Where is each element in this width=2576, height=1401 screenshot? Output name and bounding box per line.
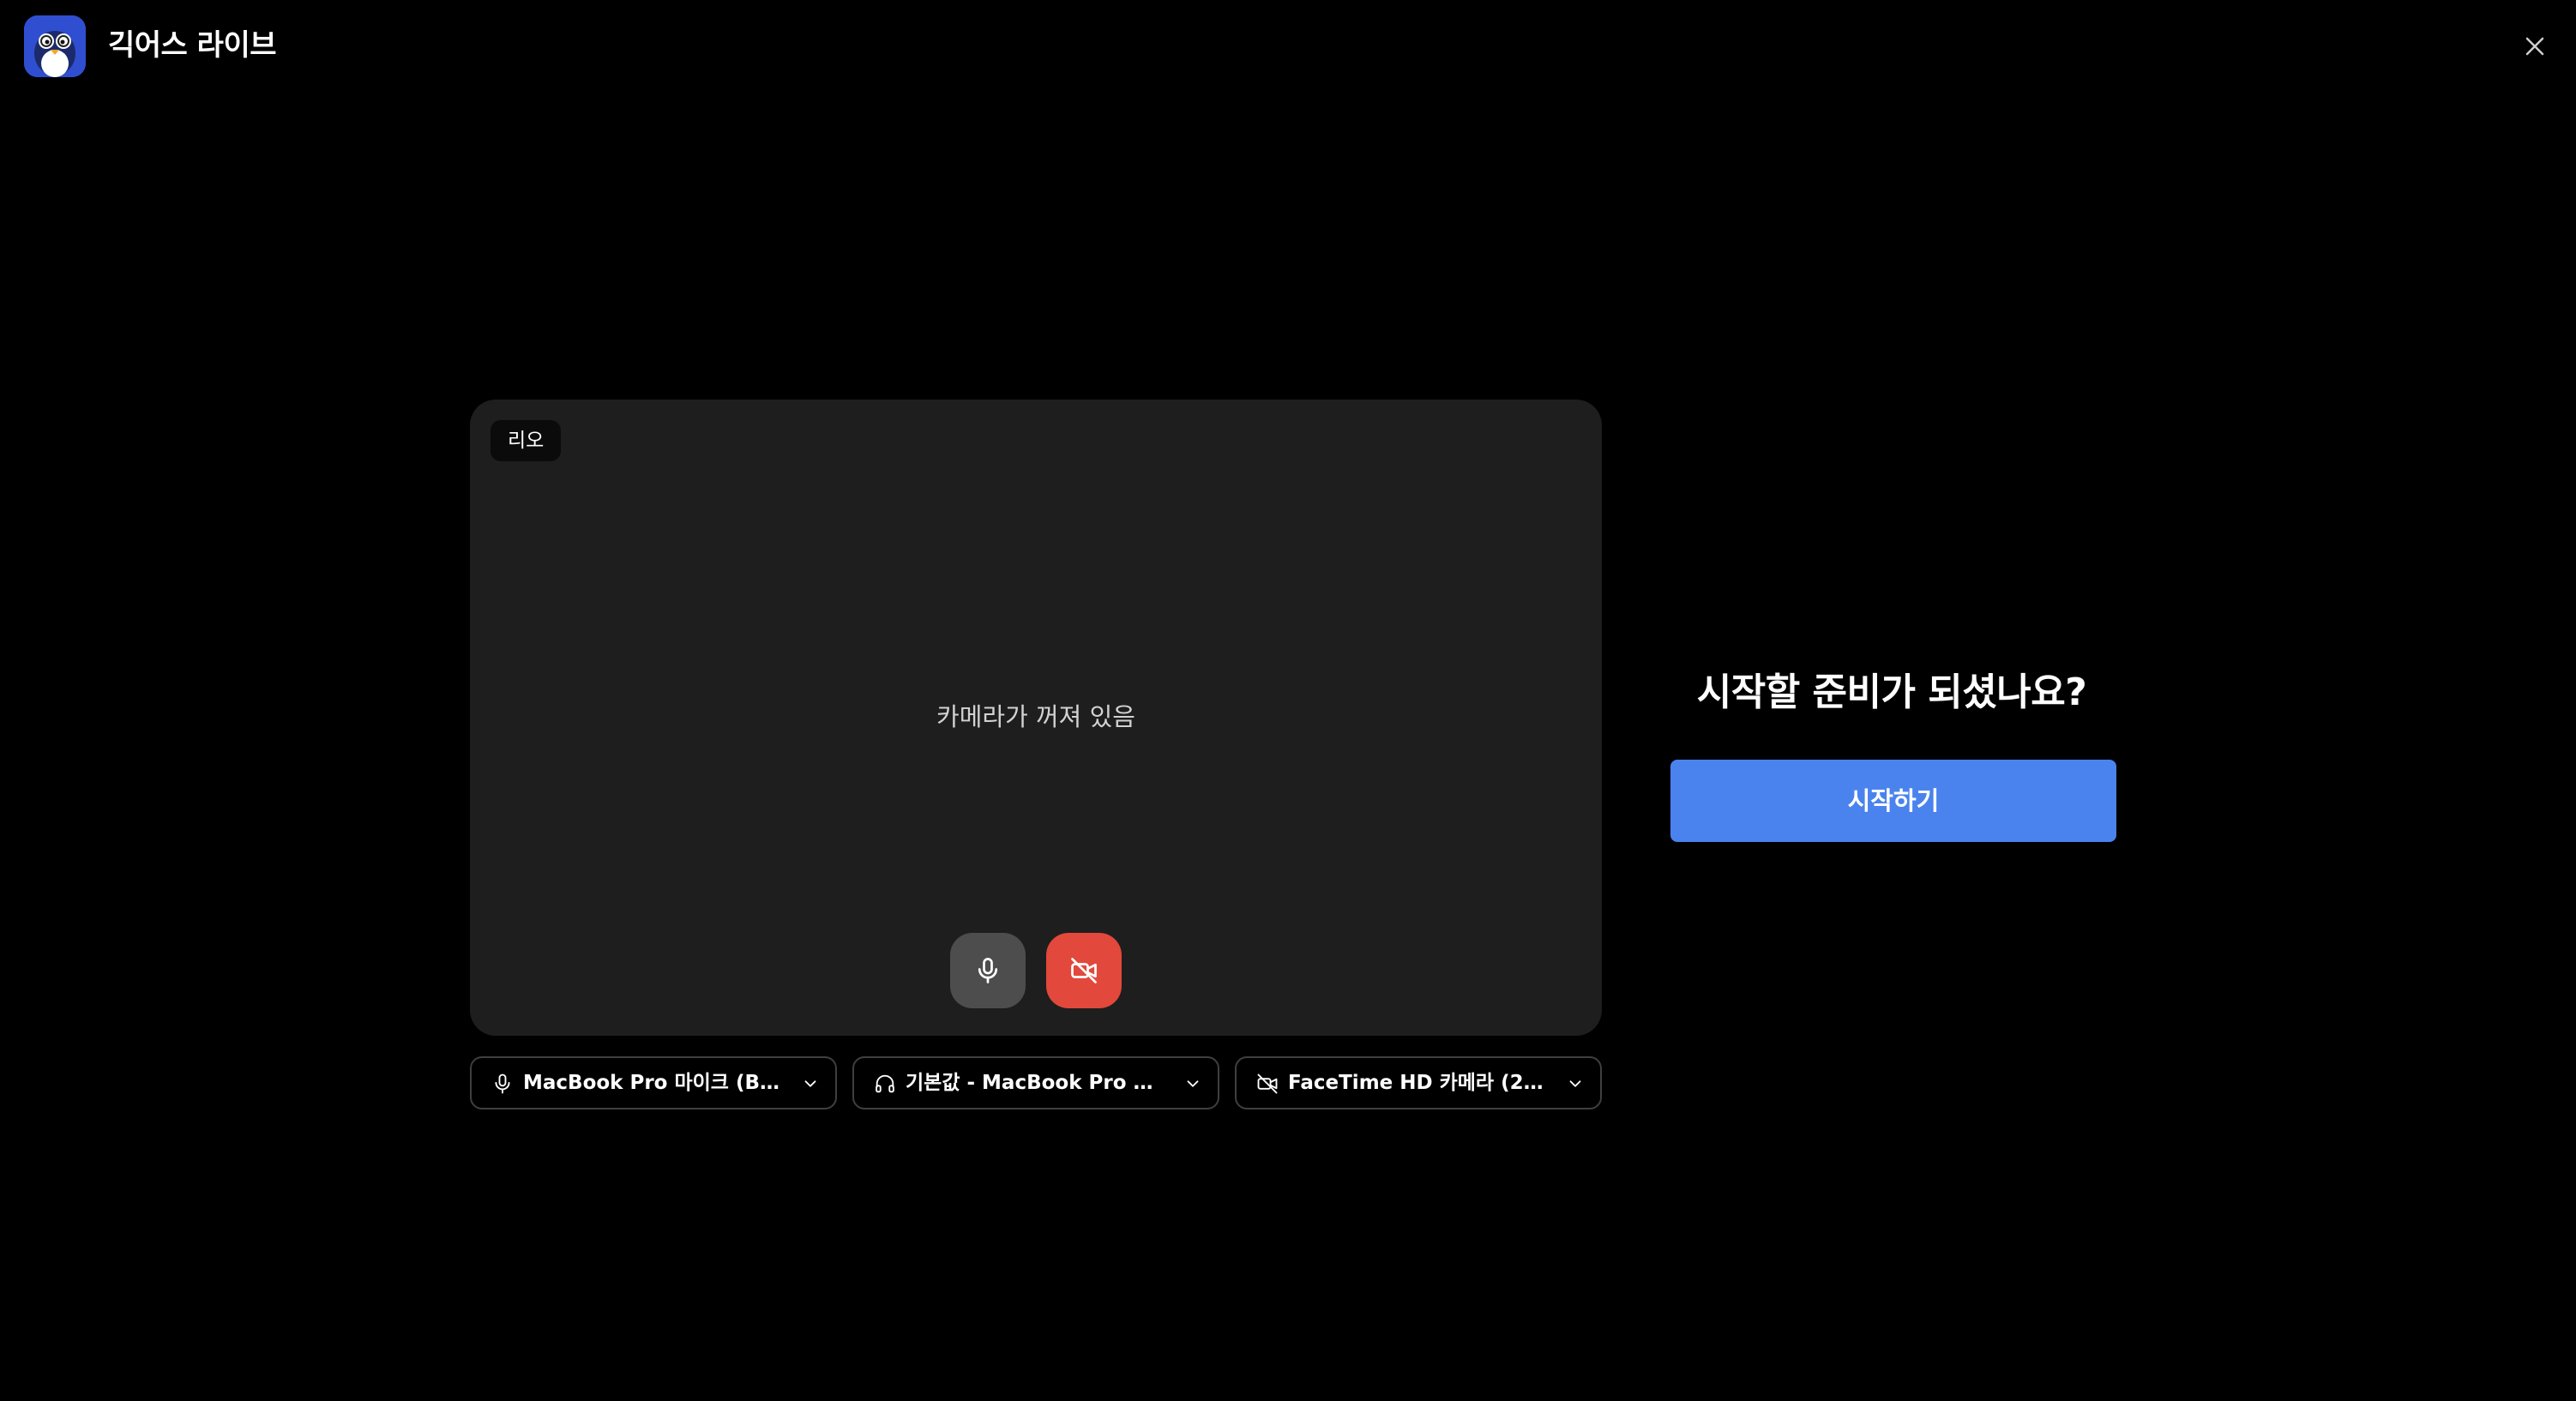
chevron-down-icon	[1183, 1074, 1202, 1093]
camera-select-label: FaceTime HD 카메라 (2C0E:...	[1288, 1072, 1552, 1094]
video-off-icon	[1071, 958, 1097, 983]
app-title: 긱어스 라이브	[108, 28, 277, 63]
camera-toggle-button[interactable]	[1046, 933, 1122, 1008]
headphones-icon	[873, 1072, 897, 1096]
close-button[interactable]	[2518, 29, 2552, 63]
speaker-select-label: 기본값 - MacBook Pro 스피...	[906, 1072, 1170, 1094]
app-header: 긱어스 라이브	[0, 0, 2576, 94]
microphone-select[interactable]: MacBook Pro 마이크 (Built-in)	[470, 1056, 837, 1109]
chevron-down-icon	[1566, 1074, 1585, 1093]
participant-name-tag: 리오	[491, 420, 562, 461]
close-icon	[2525, 37, 2544, 56]
microphone-icon	[491, 1072, 515, 1096]
app-logo-icon	[24, 15, 86, 77]
video-off-icon	[1255, 1072, 1279, 1096]
camera-off-status: 카메라가 꺼져 있음	[936, 702, 1135, 731]
start-button[interactable]: 시작하기	[1670, 760, 2116, 842]
ready-heading: 시작할 준비가 되셨나요?	[1696, 670, 2087, 714]
mic-toggle-button[interactable]	[950, 933, 1026, 1008]
video-preview: 리오 카메라가 꺼져 있음	[470, 400, 1602, 1036]
microphone-select-label: MacBook Pro 마이크 (Built-in)	[523, 1072, 787, 1094]
camera-select[interactable]: FaceTime HD 카메라 (2C0E:...	[1235, 1056, 1602, 1109]
chevron-down-icon	[801, 1074, 820, 1093]
speaker-select[interactable]: 기본값 - MacBook Pro 스피...	[852, 1056, 1219, 1109]
microphone-icon	[978, 958, 998, 983]
